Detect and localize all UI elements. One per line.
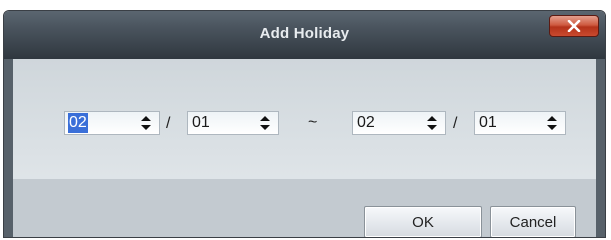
- window-frame-left: [4, 59, 13, 237]
- start-day-spin-icon[interactable]: [258, 113, 272, 133]
- end-day-spinbox[interactable]: 01: [474, 111, 566, 135]
- cancel-button[interactable]: Cancel: [490, 206, 576, 237]
- range-separator: ~: [308, 114, 318, 131]
- end-month-value[interactable]: 02: [353, 114, 425, 132]
- close-icon: [567, 20, 581, 32]
- window-frame-right: [596, 59, 605, 237]
- start-date-separator: /: [166, 115, 171, 132]
- end-date-separator: /: [453, 115, 458, 132]
- start-month-value[interactable]: 02: [68, 113, 88, 133]
- add-holiday-dialog: Add Holiday 02 / 01 ~ 02 / 01 OK Cancel: [3, 10, 606, 238]
- start-day-value[interactable]: 01: [188, 114, 258, 132]
- end-month-spinbox[interactable]: 02: [352, 111, 446, 135]
- ok-button[interactable]: OK: [364, 206, 482, 237]
- start-day-spinbox[interactable]: 01: [187, 111, 279, 135]
- end-day-spin-icon[interactable]: [545, 113, 559, 133]
- start-month-spin-icon[interactable]: [139, 113, 153, 133]
- dialog-title: Add Holiday: [259, 25, 350, 42]
- close-button[interactable]: [549, 15, 599, 37]
- title-bar[interactable]: Add Holiday: [4, 11, 605, 60]
- end-month-spin-icon[interactable]: [425, 113, 439, 133]
- start-month-spinbox[interactable]: 02: [64, 111, 160, 135]
- end-day-value[interactable]: 01: [475, 114, 545, 132]
